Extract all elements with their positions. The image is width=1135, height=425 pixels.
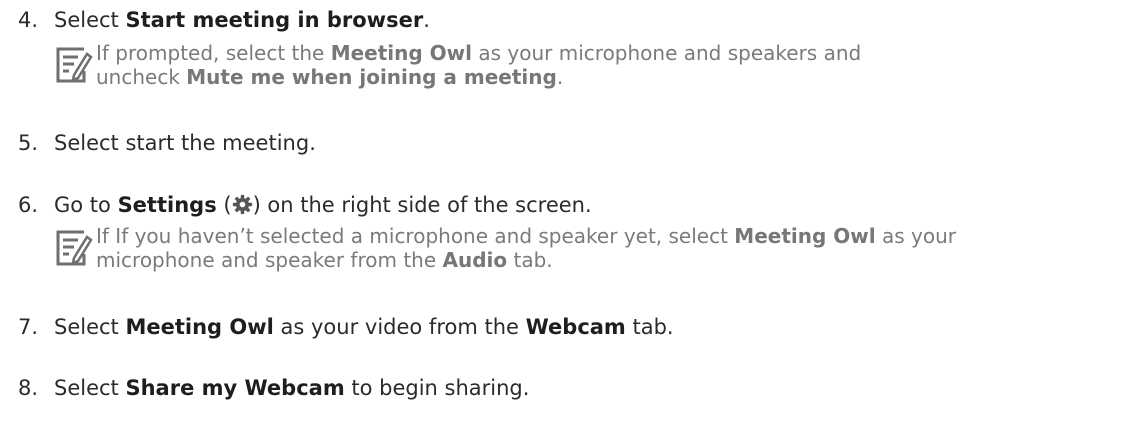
step-7: 7. Select Meeting Owl as your video from …	[18, 315, 674, 339]
step-8: 8. Select Share my Webcam to begin sharin…	[18, 376, 530, 400]
bold-term: Settings	[117, 193, 217, 217]
note-line-1: If If you haven’t selected a microphone …	[96, 224, 956, 248]
step-number: 8.	[18, 376, 39, 400]
step-number: 4.	[18, 8, 39, 32]
bold-term: Meeting Owl	[125, 315, 274, 339]
step-number: 5.	[18, 131, 39, 155]
step-number: 6.	[18, 193, 39, 217]
note-text: If prompted, select the Meeting Owl as y…	[96, 41, 861, 89]
step-4: 4. Select Start meeting in browser.	[18, 8, 430, 32]
bold-term: Share my Webcam	[125, 376, 345, 400]
step-6: 6. Go to Settings ( ) on the right side o…	[18, 193, 592, 217]
note-line-2: uncheck Mute me when joining a meeting.	[96, 65, 564, 89]
note-line-2: microphone and speaker from the Audio ta…	[96, 248, 553, 272]
note-step-6: If If you haven’t selected a microphone …	[54, 224, 1134, 276]
step-number: 7.	[18, 315, 39, 339]
gear-icon	[232, 194, 252, 215]
bold-term: Webcam	[525, 315, 626, 339]
note-step-4: If prompted, select the Meeting Owl as y…	[54, 41, 1054, 93]
note-icon	[56, 230, 93, 266]
step-5: 5. Select start the meeting.	[18, 131, 316, 155]
bold-term: Start meeting in browser	[125, 8, 424, 32]
note-icon	[56, 47, 93, 83]
note-line-1: If prompted, select the Meeting Owl as y…	[96, 41, 862, 65]
note-text: If If you haven’t selected a microphone …	[96, 224, 956, 272]
